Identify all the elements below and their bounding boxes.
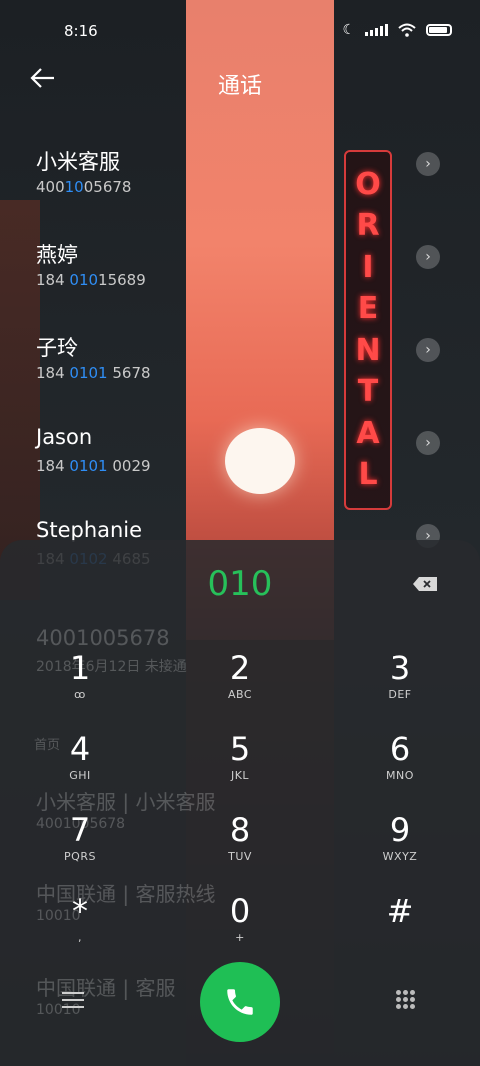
- menu-icon[interactable]: [62, 992, 84, 1013]
- contact-number: 184 0101 5678: [36, 364, 151, 382]
- key-4[interactable]: 4 GHI: [0, 729, 160, 810]
- dialpad-keys: 1ꝏ 2 ABC 3 DEF 4 GHI 5 JKL 6 MNO 7 PQRS 8 TUV 9…: [0, 648, 480, 972]
- chevron-right-icon[interactable]: ›: [416, 431, 440, 455]
- status-time: 8:16: [64, 22, 98, 40]
- key-6[interactable]: 6 MNO: [320, 729, 480, 810]
- status-bar: 8:16 ☾: [0, 0, 480, 62]
- contact-name: 燕婷: [36, 243, 78, 267]
- contact-number: 4001005678: [36, 178, 132, 196]
- chevron-right-icon[interactable]: ›: [416, 245, 440, 269]
- key-5[interactable]: 5 JKL: [160, 729, 320, 810]
- contact-name: 子玲: [36, 336, 78, 360]
- battery-icon: [426, 24, 452, 36]
- contact-row[interactable]: 燕婷 184 01015689 ›: [0, 225, 480, 318]
- contact-name: Jason: [36, 425, 93, 449]
- contact-row[interactable]: 小米客服 4001005678 ›: [0, 132, 480, 225]
- key-8[interactable]: 8 TUV: [160, 810, 320, 891]
- ghost-row: 4001005678: [36, 626, 170, 650]
- key-7[interactable]: 7 PQRS: [0, 810, 160, 891]
- key-2[interactable]: 2 ABC: [160, 648, 320, 729]
- dialpad-toggle-icon[interactable]: [396, 990, 416, 1009]
- chevron-right-icon[interactable]: ›: [416, 338, 440, 362]
- dialpad-bottom-bar: [0, 962, 480, 1042]
- wifi-icon: [398, 23, 416, 37]
- dialed-number[interactable]: 010: [0, 564, 480, 604]
- chevron-right-icon[interactable]: ›: [416, 152, 440, 176]
- moon-icon: ☾: [342, 22, 355, 38]
- contact-number: 184 01015689: [36, 271, 146, 289]
- key-hash[interactable]: #: [320, 891, 480, 972]
- status-icons: ☾: [342, 22, 452, 38]
- backspace-icon[interactable]: [412, 576, 438, 592]
- key-9[interactable]: 9 WXYZ: [320, 810, 480, 891]
- dialpad-panel: 4001005678 2018年6月12日 未接通 首页 小米客服 | 小米客服…: [0, 540, 480, 1066]
- contact-name: Stephanie: [36, 518, 143, 542]
- contact-match-list: 小米客服 4001005678 › 燕婷 184 01015689 › 子玲 1…: [0, 132, 480, 597]
- contact-name: 小米客服: [36, 150, 120, 174]
- contact-number: 184 0101 0029: [36, 457, 151, 475]
- key-0[interactable]: 0 +: [160, 891, 320, 972]
- contact-row[interactable]: 子玲 184 0101 5678 ›: [0, 318, 480, 411]
- page-title: 通话: [217, 74, 262, 99]
- key-1[interactable]: 1ꝏ: [0, 648, 160, 729]
- app-header: 通话: [0, 62, 480, 106]
- key-star[interactable]: *,: [0, 891, 160, 972]
- signal-icon: [365, 24, 388, 36]
- contact-row[interactable]: Jason 184 0101 0029 ›: [0, 411, 480, 504]
- key-3[interactable]: 3 DEF: [320, 648, 480, 729]
- call-button[interactable]: [200, 962, 280, 1042]
- phone-icon: [227, 989, 253, 1015]
- voicemail-icon: ꝏ: [74, 688, 86, 701]
